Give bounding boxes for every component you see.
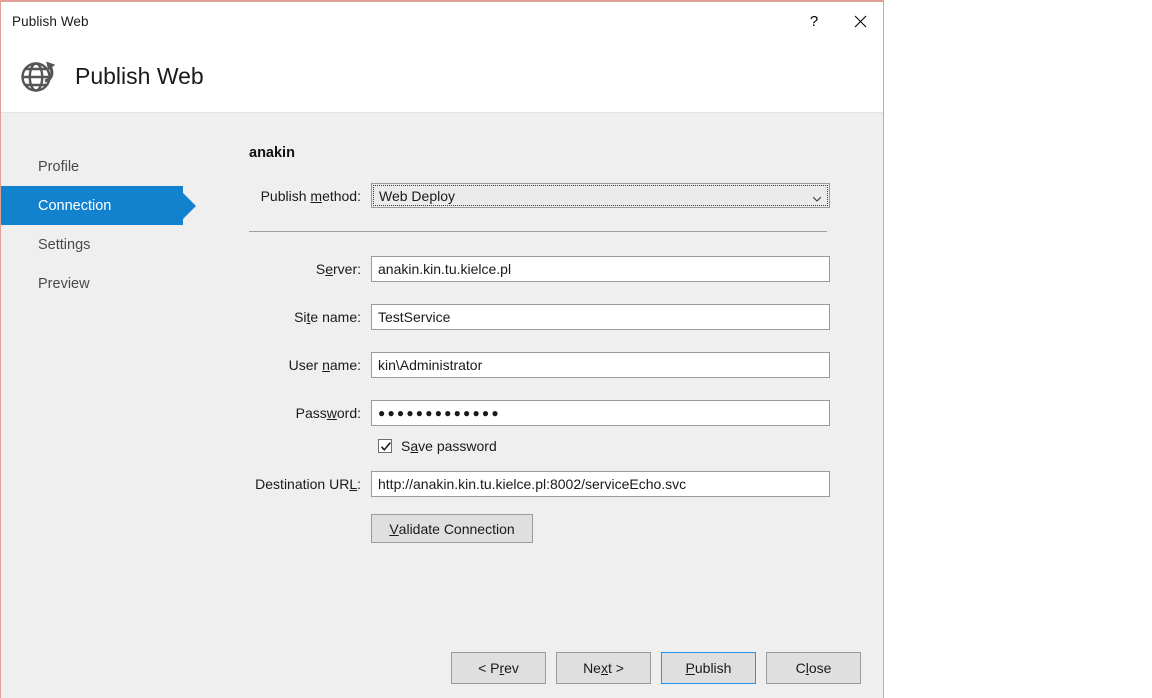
globe-publish-icon <box>17 55 59 97</box>
prev-button[interactable]: < Pr ev <box>451 652 546 684</box>
sidebar-item-label: Preview <box>38 275 90 292</box>
server-input[interactable]: anakin.kin.tu.kielce.pl <box>371 256 830 282</box>
connection-panel: anakin Publish method: Web Deploy Server… <box>249 113 883 543</box>
sidebar-item-preview[interactable]: Preview <box>1 264 216 303</box>
selection-pointer-icon <box>183 192 196 219</box>
sidebar-nav: Profile Connection Settings Preview <box>1 147 216 303</box>
server-label: Server: <box>315 261 361 277</box>
user-name-row: User name: kin\Administrator <box>249 352 883 378</box>
save-password-checkbox[interactable] <box>378 439 392 453</box>
password-input[interactable]: ●●●●●●●●●●●●● <box>371 400 830 426</box>
check-icon <box>380 442 391 451</box>
dialog-body: Profile Connection Settings Preview anak… <box>1 113 883 698</box>
publish-method-label: Publish method: <box>260 187 361 204</box>
dialog-footer: < Pr ev Ne x t > Publish Cl ose <box>451 652 861 684</box>
validate-connection-button[interactable]: Validate Connection <box>371 514 533 543</box>
close-glyph <box>854 15 866 27</box>
title-bar: Publish Web ? <box>1 2 883 40</box>
publish-method-value: Web Deploy <box>379 187 456 204</box>
help-icon[interactable]: ? <box>791 2 837 40</box>
next-button[interactable]: Ne x t > <box>556 652 651 684</box>
site-name-row: Site name: TestService <box>249 304 883 330</box>
sidebar-item-label: Profile <box>38 158 80 175</box>
save-password-row: Save password <box>371 438 883 454</box>
password-label: Password: <box>295 405 361 421</box>
destination-url-label: Destination URL: <box>255 476 361 492</box>
destination-url-input[interactable]: http://anakin.kin.tu.kielce.pl:8002/serv… <box>371 471 830 497</box>
publish-button[interactable]: Publish <box>661 652 756 684</box>
sidebar-item-label: Connection <box>38 197 112 214</box>
page-title: Publish Web <box>75 62 204 89</box>
sidebar-item-settings[interactable]: Settings <box>1 225 216 264</box>
sidebar-item-profile[interactable]: Profile <box>1 147 216 186</box>
publish-method-select[interactable]: Web Deploy <box>371 183 830 208</box>
save-password-label[interactable]: Save password <box>401 438 497 454</box>
section-divider <box>249 231 827 232</box>
close-icon[interactable] <box>837 2 883 40</box>
password-row: Password: ●●●●●●●●●●●●● <box>249 400 883 426</box>
publish-method-row: Publish method: Web Deploy <box>249 183 883 208</box>
sidebar-item-label: Settings <box>38 236 91 253</box>
window-controls: ? <box>791 2 883 40</box>
user-name-input[interactable]: kin\Administrator <box>371 352 830 378</box>
window-title: Publish Web <box>12 13 89 29</box>
user-name-label: User name: <box>288 357 361 373</box>
publish-web-dialog: Publish Web ? Publish Web Profile Connec… <box>0 0 884 698</box>
sidebar-item-connection[interactable]: Connection <box>1 186 196 225</box>
dialog-header: Publish Web <box>1 40 883 113</box>
site-name-input[interactable]: TestService <box>371 304 830 330</box>
profile-name: anakin <box>249 145 295 161</box>
server-row: Server: anakin.kin.tu.kielce.pl <box>249 256 883 282</box>
destination-url-row: Destination URL: http://anakin.kin.tu.ki… <box>249 471 883 497</box>
site-name-label: Site name: <box>294 309 361 325</box>
close-button-footer[interactable]: Cl ose <box>766 652 861 684</box>
chevron-down-icon <box>812 191 822 202</box>
